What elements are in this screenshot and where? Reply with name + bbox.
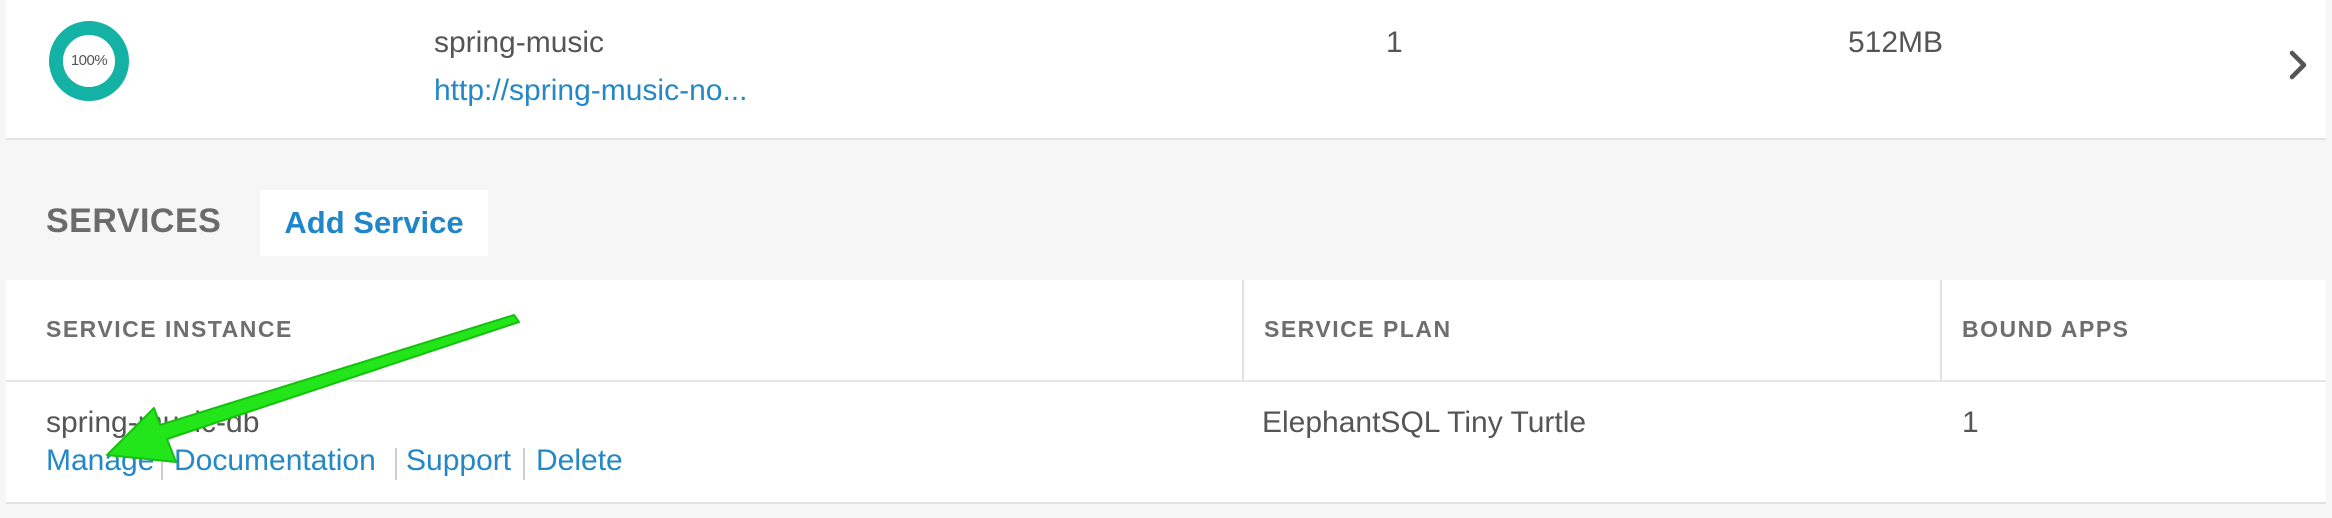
app-memory: 512MB (1848, 26, 1944, 59)
services-table: SERVICE INSTANCE SERVICE PLAN BOUND APPS… (6, 280, 2326, 504)
app-name: spring-music (434, 26, 605, 59)
app-row[interactable]: 100% spring-music http://spring-music-no… (6, 0, 2326, 140)
progress-label: 100% (70, 52, 108, 69)
add-service-button[interactable]: Add Service (260, 190, 488, 256)
delete-link[interactable]: Delete (536, 444, 623, 478)
link-separator (161, 448, 163, 480)
support-link[interactable]: Support (406, 444, 511, 478)
bound-apps-count: 1 (1962, 406, 1979, 439)
column-divider (1242, 280, 1244, 380)
services-heading: SERVICES (46, 202, 222, 240)
header-service-plan: SERVICE PLAN (1264, 316, 1452, 342)
link-separator (523, 448, 525, 480)
documentation-link[interactable]: Documentation (174, 444, 376, 478)
header-service-instance: SERVICE INSTANCE (46, 316, 293, 342)
link-separator (395, 448, 397, 480)
app-instances: 1 (1386, 26, 1403, 59)
service-instance-name: spring-music-db (46, 406, 260, 439)
header-bound-apps: BOUND APPS (1962, 316, 2130, 342)
service-plan: ElephantSQL Tiny Turtle (1262, 406, 1587, 439)
app-url-link[interactable]: http://spring-music-no... (434, 74, 747, 108)
chevron-right-icon[interactable] (2284, 48, 2312, 82)
column-divider (1940, 280, 1942, 380)
manage-link[interactable]: Manage (46, 444, 154, 478)
table-header: SERVICE INSTANCE SERVICE PLAN BOUND APPS (6, 280, 2326, 382)
